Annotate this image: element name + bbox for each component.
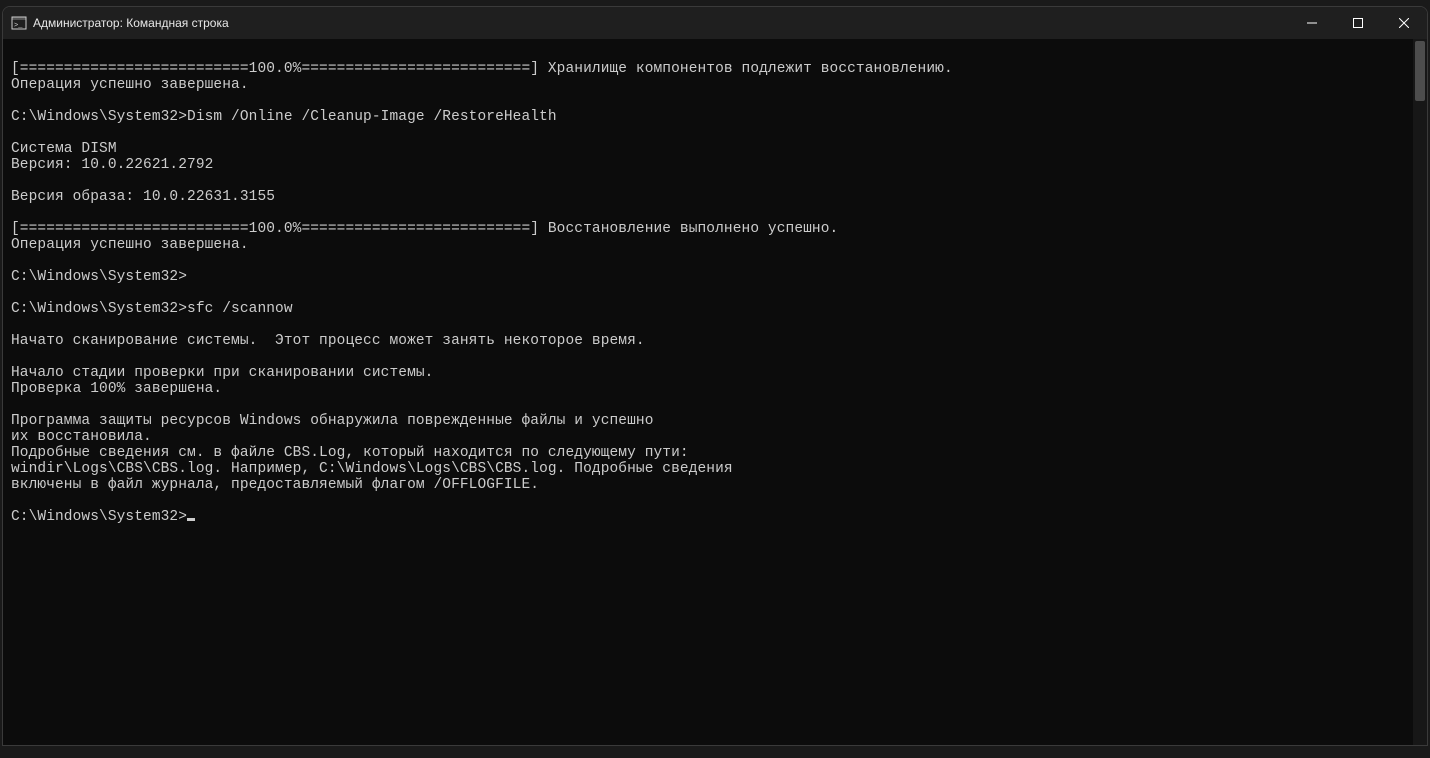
- terminal-line: Начато сканирование системы. Этот процес…: [11, 333, 1423, 349]
- terminal-line: C:\Windows\System32>: [11, 509, 1423, 525]
- terminal-line: [==========================100.0%=======…: [11, 221, 1423, 237]
- terminal-line: C:\Windows\System32>sfc /scannow: [11, 301, 1423, 317]
- terminal-line: Подробные сведения см. в файле CBS.Log, …: [11, 445, 1423, 461]
- terminal-line: Начало стадии проверки при сканировании …: [11, 365, 1423, 381]
- scrollbar-thumb[interactable]: [1415, 41, 1425, 101]
- terminal-line: Версия: 10.0.22621.2792: [11, 157, 1423, 173]
- window-title: Администратор: Командная строка: [33, 16, 1289, 30]
- terminal-line: [11, 253, 1423, 269]
- close-button[interactable]: [1381, 7, 1427, 39]
- terminal-line: windir\Logs\CBS\CBS.log. Например, C:\Wi…: [11, 461, 1423, 477]
- window-controls: [1289, 7, 1427, 39]
- terminal-line: [11, 205, 1423, 221]
- maximize-button[interactable]: [1335, 7, 1381, 39]
- scrollbar-track[interactable]: [1413, 39, 1427, 745]
- terminal-line: [11, 397, 1423, 413]
- svg-text:>_: >_: [14, 22, 23, 30]
- terminal-line: Проверка 100% завершена.: [11, 381, 1423, 397]
- terminal-line: [11, 45, 1423, 61]
- terminal-line: их восстановила.: [11, 429, 1423, 445]
- terminal-line: C:\Windows\System32>Dism /Online /Cleanu…: [11, 109, 1423, 125]
- terminal-line: C:\Windows\System32>: [11, 269, 1423, 285]
- terminal-line: [11, 173, 1423, 189]
- minimize-button[interactable]: [1289, 7, 1335, 39]
- terminal-line: [11, 493, 1423, 509]
- terminal-line: Cистема DISM: [11, 141, 1423, 157]
- terminal-line: Версия образа: 10.0.22631.3155: [11, 189, 1423, 205]
- app-icon: >_: [11, 15, 27, 31]
- terminal-line: включены в файл журнала, предоставляемый…: [11, 477, 1423, 493]
- terminal-line: Программа защиты ресурсов Windows обнару…: [11, 413, 1423, 429]
- terminal-line: Операция успешно завершена.: [11, 237, 1423, 253]
- titlebar[interactable]: >_ Администратор: Командная строка: [3, 7, 1427, 39]
- terminal-line: [==========================100.0%=======…: [11, 61, 1423, 77]
- command-prompt-window: >_ Администратор: Командная строка [====…: [2, 6, 1428, 746]
- terminal-output: [==========================100.0%=======…: [3, 39, 1427, 529]
- terminal-area[interactable]: [==========================100.0%=======…: [3, 39, 1427, 745]
- terminal-line: Операция успешно завершена.: [11, 77, 1423, 93]
- terminal-line: [11, 317, 1423, 333]
- terminal-line: [11, 93, 1423, 109]
- terminal-line: [11, 349, 1423, 365]
- terminal-line: [11, 285, 1423, 301]
- terminal-line: [11, 125, 1423, 141]
- cursor: [187, 518, 195, 521]
